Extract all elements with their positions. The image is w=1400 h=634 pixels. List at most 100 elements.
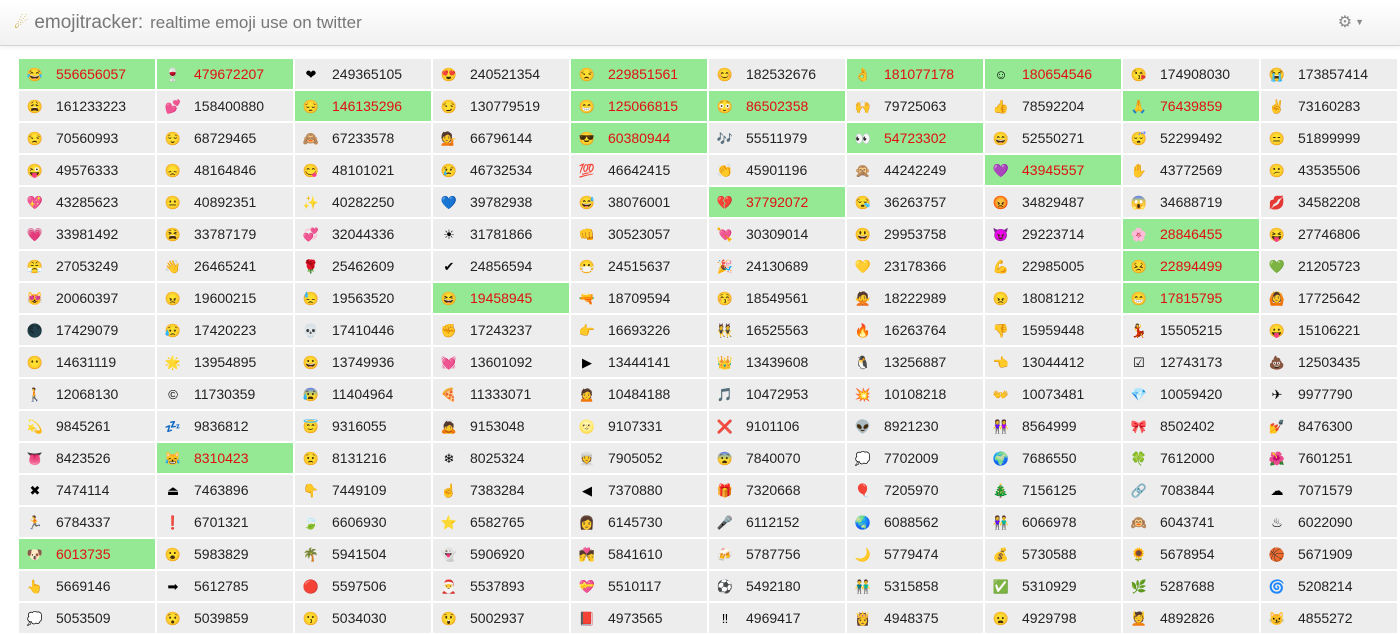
emoji-cell[interactable]: 🙏 76439859 [1123,91,1259,121]
emoji-cell[interactable]: 👅 8423526 [19,443,155,473]
emoji-cell[interactable]: 💝 5510117 [571,571,707,601]
emoji-cell[interactable]: 👩 6145730 [571,507,707,537]
emoji-cell[interactable]: 🎄 7156125 [985,475,1121,505]
emoji-cell[interactable]: 💛 23178366 [847,251,983,281]
emoji-cell[interactable]: ❗ 6701321 [157,507,293,537]
emoji-cell[interactable]: 😋 48101021 [295,155,431,185]
emoji-cell[interactable]: 😇 9316055 [295,411,431,441]
emoji-cell[interactable]: 😐 40892351 [157,187,293,217]
emoji-cell[interactable]: ☁ 7071579 [1261,475,1397,505]
emoji-cell[interactable]: ❤ 249365105 [295,59,431,89]
emoji-cell[interactable]: 😘 174908030 [1123,59,1259,89]
emoji-cell[interactable]: 👀 54723302 [847,123,983,153]
emoji-cell[interactable]: 😞 48164846 [157,155,293,185]
emoji-cell[interactable]: 😗 5034030 [295,603,431,633]
emoji-cell[interactable]: 💕 158400880 [157,91,293,121]
emoji-cell[interactable]: 😫 33787179 [157,219,293,249]
emoji-cell[interactable]: 😃 29953758 [847,219,983,249]
emoji-cell[interactable]: 😹 8310423 [157,443,293,473]
emoji-cell[interactable]: ❄ 8025324 [433,443,569,473]
emoji-cell[interactable]: 💯 46642415 [571,155,707,185]
emoji-cell[interactable]: 💁 66796144 [433,123,569,153]
emoji-cell[interactable]: ☝ 7383284 [433,475,569,505]
emoji-cell[interactable]: ⏏ 7463896 [157,475,293,505]
emoji-cell[interactable]: 😠 18081212 [985,283,1121,313]
emoji-cell[interactable]: 😭 173857414 [1261,59,1397,89]
emoji-cell[interactable]: 👊 30523057 [571,219,707,249]
emoji-cell[interactable]: ✊ 17243237 [433,315,569,345]
emoji-cell[interactable]: 🙍 10484188 [571,379,707,409]
emoji-cell[interactable]: 💫 9845261 [19,411,155,441]
emoji-cell[interactable]: 🌍 7686550 [985,443,1121,473]
emoji-cell[interactable]: 😰 11404964 [295,379,431,409]
emoji-cell[interactable]: 🙊 44242249 [847,155,983,185]
emoji-cell[interactable]: 😱 34688719 [1123,187,1259,217]
emoji-cell[interactable]: 👭 8564999 [985,411,1121,441]
emoji-cell[interactable]: 👸 4948375 [847,603,983,633]
emoji-cell[interactable]: 🍃 6606930 [295,507,431,537]
emoji-cell[interactable]: 💖 43285623 [19,187,155,217]
emoji-cell[interactable]: ⚽ 5492180 [709,571,845,601]
emoji-cell[interactable]: 😴 52299492 [1123,123,1259,153]
emoji-cell[interactable]: 💪 22985005 [985,251,1121,281]
emoji-cell[interactable]: 💋 34582208 [1261,187,1397,217]
emoji-cell[interactable]: 😈 29223714 [985,219,1121,249]
emoji-cell[interactable]: 💘 30309014 [709,219,845,249]
emoji-cell[interactable]: 😛 15106221 [1261,315,1397,345]
emoji-cell[interactable]: 🌏 6088562 [847,507,983,537]
emoji-cell[interactable]: 🔗 7083844 [1123,475,1259,505]
emoji-cell[interactable]: 👈 13044412 [985,347,1121,377]
emoji-cell[interactable]: ♨ 6022090 [1261,507,1397,537]
emoji-cell[interactable]: 👎 15959448 [985,315,1121,345]
emoji-cell[interactable]: 😟 8131216 [295,443,431,473]
emoji-cell[interactable]: 🍻 5787756 [709,539,845,569]
emoji-cell[interactable]: 😆 19458945 [433,283,569,313]
emoji-cell[interactable]: 😦 4929798 [985,603,1121,633]
emoji-cell[interactable]: 💔 37792072 [709,187,845,217]
emoji-cell[interactable]: 🌺 7601251 [1261,443,1397,473]
emoji-cell[interactable]: ✈ 9977790 [1261,379,1397,409]
emoji-cell[interactable]: 👇 7449109 [295,475,431,505]
emoji-cell[interactable]: 😨 7840070 [709,443,845,473]
emoji-cell[interactable]: 🙉 6043741 [1123,507,1259,537]
emoji-cell[interactable]: 🌿 5287688 [1123,571,1259,601]
emoji-cell[interactable]: 🎅 5537893 [433,571,569,601]
emoji-cell[interactable]: 😪 36263757 [847,187,983,217]
emoji-cell[interactable]: 😁 17815795 [1123,283,1259,313]
emoji-cell[interactable]: ⭐ 6582765 [433,507,569,537]
emoji-cell[interactable]: 👫 6066978 [985,507,1121,537]
emoji-cell[interactable]: 😂 556656057 [19,59,155,89]
emoji-cell[interactable]: 👯 16525563 [709,315,845,345]
emoji-cell[interactable]: 😊 182532676 [709,59,845,89]
emoji-cell[interactable]: 😅 38076001 [571,187,707,217]
emoji-cell[interactable]: 😒 229851561 [571,59,707,89]
emoji-cell[interactable]: 🍷 479672207 [157,59,293,89]
emoji-cell[interactable]: 💤 9836812 [157,411,293,441]
emoji-cell[interactable]: 🔴 5597506 [295,571,431,601]
emoji-cell[interactable]: 😤 27053249 [19,251,155,281]
emoji-cell[interactable]: 🌻 5678954 [1123,539,1259,569]
emoji-cell[interactable]: 😑 51899999 [1261,123,1397,153]
emoji-cell[interactable]: ▶ 13444141 [571,347,707,377]
emoji-cell[interactable]: ☑ 12743173 [1123,347,1259,377]
emoji-cell[interactable]: 💜 43945557 [985,155,1121,185]
emoji-cell[interactable]: ✅ 5310929 [985,571,1121,601]
emoji-cell[interactable]: 😯 5039859 [157,603,293,633]
emoji-cell[interactable]: 😜 49576333 [19,155,155,185]
emoji-cell[interactable]: 🎁 7320668 [709,475,845,505]
emoji-cell[interactable]: 👻 5906920 [433,539,569,569]
emoji-cell[interactable]: 🌙 5779474 [847,539,983,569]
emoji-cell[interactable]: 🌸 28846455 [1123,219,1259,249]
emoji-cell[interactable]: 💎 10059420 [1123,379,1259,409]
emoji-cell[interactable]: 😢 46732534 [433,155,569,185]
emoji-cell[interactable]: 😥 17420223 [157,315,293,345]
emoji-cell[interactable]: 😷 24515637 [571,251,707,281]
emoji-cell[interactable]: 🍕 11333071 [433,379,569,409]
emoji-cell[interactable]: 🚶 12068130 [19,379,155,409]
emoji-cell[interactable]: 🌀 5208214 [1261,571,1397,601]
emoji-cell[interactable]: ✖ 7474114 [19,475,155,505]
emoji-cell[interactable]: © 11730359 [157,379,293,409]
emoji-cell[interactable]: ◀ 7370880 [571,475,707,505]
brand[interactable]: ☄ emojitracker: realtime emoji use on tw… [14,12,362,34]
emoji-cell[interactable]: 👆 5669146 [19,571,155,601]
